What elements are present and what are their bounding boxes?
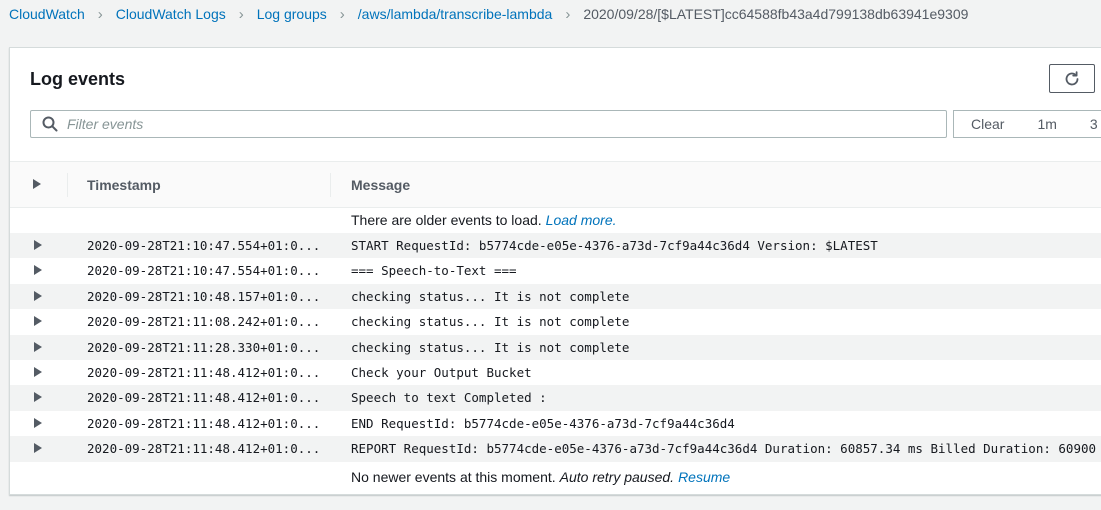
expand-caret-icon[interactable] [34, 341, 42, 352]
expand-caret-icon[interactable] [34, 417, 42, 428]
older-events-notice: There are older events to load. Load mor… [10, 207, 1101, 233]
resume-link[interactable]: Resume [678, 469, 730, 485]
panel-title: Log events [30, 69, 126, 89]
event-message: checking status... It is not complete [351, 314, 630, 330]
clear-range-button[interactable]: Clear [971, 116, 1004, 132]
event-message: START RequestId: b5774cde-e05e-4376-a73d… [351, 238, 878, 253]
refresh-button[interactable] [1049, 64, 1095, 93]
timestamp-column-header[interactable]: Timestamp [87, 177, 161, 193]
event-timestamp: 2020-09-28T21:11:48.412+01:0... [87, 415, 321, 431]
log-event-row[interactable]: 2020-09-28T21:11:28.330+01:0... checking… [10, 334, 1101, 360]
time-range-selector: Clear 1m 3 [953, 110, 1101, 138]
log-event-row[interactable]: 2020-09-28T21:11:48.412+01:0... Speech t… [10, 385, 1101, 411]
expand-caret-icon[interactable] [34, 392, 42, 403]
log-event-row[interactable]: 2020-09-28T21:11:08.242+01:0... checking… [10, 309, 1101, 334]
breadcrumb: CloudWatch › CloudWatch Logs › Log group… [9, 4, 968, 24]
chevron-right-icon: › [97, 5, 103, 23]
message-column-header[interactable]: Message [351, 177, 410, 193]
breadcrumb-current-stream: 2020/09/28/[$LATEST]cc64588fb43a4d799138… [583, 6, 969, 22]
event-timestamp: 2020-09-28T21:11:48.412+01:0... [87, 390, 321, 406]
column-divider [67, 173, 68, 197]
breadcrumb-cloudwatch[interactable]: CloudWatch [9, 6, 85, 22]
newer-events-notice: No newer events at this moment. Auto ret… [10, 462, 1101, 492]
event-timestamp: 2020-09-28T21:10:48.157+01:0... [87, 288, 321, 304]
expand-all-caret-icon[interactable] [33, 179, 41, 189]
expand-caret-icon[interactable] [34, 316, 42, 327]
event-timestamp: 2020-09-28T21:11:48.412+01:0... [87, 441, 321, 457]
log-events-panel: Log events Clear 1m 3 Timestamp Message … [9, 47, 1101, 495]
filter-events-input[interactable] [65, 115, 929, 133]
log-event-row[interactable]: 2020-09-28T21:10:47.554+01:0... === Spee… [10, 258, 1101, 283]
event-message: Check your Output Bucket [351, 364, 532, 380]
event-message: === Speech-to-Text === [351, 263, 517, 279]
chevron-right-icon: › [565, 5, 571, 23]
event-timestamp: 2020-09-28T21:10:47.554+01:0... [87, 238, 321, 253]
column-divider [330, 173, 331, 197]
breadcrumb-log-group[interactable]: /aws/lambda/transcribe-lambda [358, 6, 553, 22]
log-event-row[interactable]: 2020-09-28T21:11:48.412+01:0... Check yo… [10, 360, 1101, 385]
expand-caret-icon[interactable] [34, 366, 42, 377]
chevron-right-icon: › [238, 5, 244, 23]
range-next-button[interactable]: 3 [1090, 116, 1098, 132]
expand-caret-icon[interactable] [34, 443, 42, 454]
chevron-right-icon: › [339, 5, 345, 23]
table-header: Timestamp Message [10, 161, 1101, 208]
event-message: checking status... It is not complete [351, 339, 630, 355]
log-event-row[interactable]: 2020-09-28T21:10:48.157+01:0... checking… [10, 283, 1101, 310]
filter-events-search[interactable] [30, 110, 947, 138]
log-events-list: There are older events to load. Load mor… [10, 207, 1101, 492]
event-timestamp: 2020-09-28T21:11:08.242+01:0... [87, 314, 321, 330]
breadcrumb-log-groups[interactable]: Log groups [257, 6, 327, 22]
event-message: checking status... It is not complete [351, 288, 630, 304]
newer-events-text: No newer events at this moment. [351, 468, 556, 485]
expand-caret-icon[interactable] [34, 265, 42, 276]
range-1m-button[interactable]: 1m [1037, 116, 1056, 132]
load-more-link[interactable]: Load more. [546, 212, 617, 228]
expand-caret-icon[interactable] [34, 240, 42, 250]
log-event-row[interactable]: 2020-09-28T21:10:47.554+01:0... START Re… [10, 233, 1101, 259]
event-message: Speech to text Completed : [351, 390, 547, 406]
breadcrumb-cloudwatch-logs[interactable]: CloudWatch Logs [116, 6, 226, 22]
refresh-icon [1065, 70, 1079, 85]
log-event-row[interactable]: 2020-09-28T21:11:48.412+01:0... REPORT R… [10, 436, 1101, 462]
log-event-row[interactable]: 2020-09-28T21:11:48.412+01:0... END Requ… [10, 411, 1101, 436]
search-icon [42, 116, 58, 132]
auto-retry-status: Auto retry paused. [559, 468, 675, 485]
event-timestamp: 2020-09-28T21:11:28.330+01:0... [87, 339, 321, 355]
event-message: END RequestId: b5774cde-e05e-4376-a73d-7… [351, 415, 735, 431]
event-timestamp: 2020-09-28T21:10:47.554+01:0... [87, 263, 321, 279]
older-events-text: There are older events to load. [351, 212, 542, 228]
event-message: REPORT RequestId: b5774cde-e05e-4376-a73… [351, 441, 1101, 457]
expand-caret-icon[interactable] [34, 290, 42, 301]
event-timestamp: 2020-09-28T21:11:48.412+01:0... [87, 364, 321, 380]
